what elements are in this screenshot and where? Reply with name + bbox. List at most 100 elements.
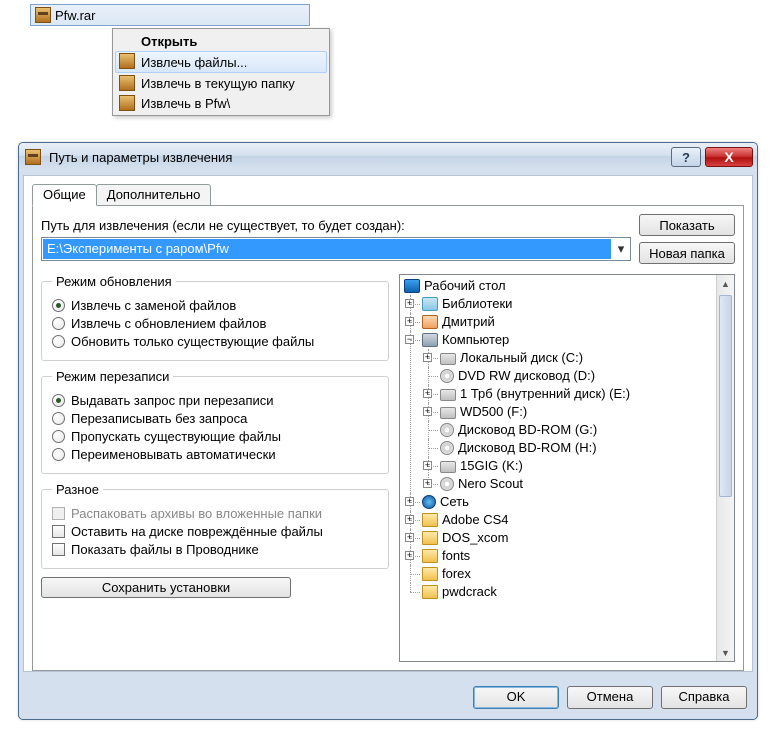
radio-overwrite-rename[interactable]: Переименовывать автоматически [52,447,378,462]
tree-drive-f-label: WD500 (F:) [460,403,527,421]
tree-folder-adobe[interactable]: Adobe CS4 [422,511,714,529]
tree-folder-fonts[interactable]: fonts [422,547,714,565]
check-keep-broken[interactable]: Оставить на диске повреждённые файлы [52,524,378,539]
radio-extract-update[interactable]: Извлечь с обновлением файлов [52,316,378,331]
expander-icon[interactable]: + [405,299,414,308]
scroll-thumb[interactable] [719,295,732,497]
folder-icon [422,567,438,581]
tree-scrollbar[interactable]: ▲ ▼ [716,275,734,661]
tree-user-label: Дмитрий [442,313,495,331]
tree-libraries[interactable]: Библиотеки [422,295,714,313]
expander-icon[interactable]: + [405,551,414,560]
update-mode-group: Режим обновления Извлечь с заменой файло… [41,274,389,361]
overwrite-mode-legend: Режим перезаписи [52,369,173,384]
radio-existing-only-label: Обновить только существующие файлы [71,334,314,349]
context-menu: Открыть Извлечь файлы... Извлечь в текущ… [112,28,330,116]
radio-overwrite-skip[interactable]: Пропускать существующие файлы [52,429,378,444]
ok-button[interactable]: OK [473,686,559,709]
tree-folder-forex[interactable]: forex [422,565,714,583]
tree-drive-d[interactable]: DVD RW дисковод (D:) [440,367,714,385]
tab-general[interactable]: Общие [32,184,97,206]
tree-computer[interactable]: Компьютер [422,331,714,349]
tree-drive-k[interactable]: 15GIG (K:) [440,457,714,475]
tree-drive-h[interactable]: Дисковод BD-ROM (H:) [440,439,714,457]
save-settings-button[interactable]: Сохранить установки [41,577,291,598]
folder-tree[interactable]: Рабочий стол + Библиотеки + Дмитрий − Ко… [400,275,716,661]
dialog-titlebar[interactable]: Путь и параметры извлечения ? X [19,143,757,171]
expander-icon[interactable]: + [423,407,432,416]
tree-nero[interactable]: Nero Scout [440,475,714,493]
expander-icon[interactable]: + [423,353,432,362]
desktop-icon [404,279,420,293]
expander-icon[interactable]: + [405,317,414,326]
disc-icon [440,423,454,437]
menu-open[interactable]: Открыть [115,31,327,51]
radio-icon [52,335,65,348]
expander-icon[interactable]: + [405,515,414,524]
computer-icon [422,333,438,347]
tab-advanced[interactable]: Дополнительно [96,184,212,206]
tree-drive-g-label: Дисковод BD-ROM (G:) [458,421,597,439]
radio-overwrite-ask[interactable]: Выдавать запрос при перезаписи [52,393,378,408]
menu-extract-to[interactable]: Извлечь в Pfw\ [115,93,327,113]
folder-icon [422,585,438,599]
tree-drive-h-label: Дисковод BD-ROM (H:) [458,439,597,457]
path-combobox[interactable]: E:\Эксперименты с раром\Pfw ▾ [41,237,631,261]
radio-extract-update-label: Извлечь с обновлением файлов [71,316,266,331]
tree-folder-fonts-label: fonts [442,547,470,565]
dialog-title: Путь и параметры извлечения [49,150,232,165]
tree-drive-f[interactable]: WD500 (F:) [440,403,714,421]
show-button[interactable]: Показать [639,214,735,236]
folder-tree-panel: Рабочий стол + Библиотеки + Дмитрий − Ко… [399,274,735,662]
tree-drive-e[interactable]: 1 Трб (внутренний диск) (E:) [440,385,714,403]
checkbox-icon [52,507,65,520]
tree-drive-d-label: DVD RW дисковод (D:) [458,367,595,385]
radio-overwrite-rename-label: Переименовывать автоматически [71,447,276,462]
folder-icon [422,549,438,563]
tree-desktop[interactable]: Рабочий стол [404,277,714,295]
radio-overwrite-noask[interactable]: Перезаписывать без запроса [52,411,378,426]
tree-folder-dos-label: DOS_xcom [442,529,508,547]
disc-icon [440,441,454,455]
expander-icon[interactable]: + [423,389,432,398]
update-mode-legend: Режим обновления [52,274,176,289]
radio-existing-only[interactable]: Обновить только существующие файлы [52,334,378,349]
cancel-button[interactable]: Отмена [567,686,653,709]
tree-drive-c[interactable]: Локальный диск (C:) [440,349,714,367]
scroll-down-icon[interactable]: ▼ [717,644,734,661]
new-folder-button[interactable]: Новая папка [639,242,735,264]
tree-folder-pwdcrack[interactable]: pwdcrack [422,583,714,601]
help-button[interactable]: ? [671,147,701,167]
rar-file-item[interactable]: Pfw.rar [30,4,310,26]
tree-drive-k-label: 15GIG (K:) [460,457,523,475]
rar-icon [25,149,41,165]
tabs: Общие Дополнительно [32,184,744,206]
expander-icon[interactable]: + [423,461,432,470]
expander-icon[interactable]: + [423,479,432,488]
scroll-up-icon[interactable]: ▲ [717,275,734,292]
check-show-explorer[interactable]: Показать файлы в Проводнике [52,542,378,557]
user-icon [422,315,438,329]
expander-icon[interactable]: + [405,533,414,542]
radio-extract-replace-label: Извлечь с заменой файлов [71,298,236,313]
chevron-down-icon[interactable]: ▾ [612,239,630,259]
radio-icon [52,394,65,407]
rar-icon [119,75,135,91]
expander-icon[interactable]: − [405,335,414,344]
help-button[interactable]: Справка [661,686,747,709]
menu-open-label: Открыть [141,34,197,49]
tree-drive-c-label: Локальный диск (C:) [460,349,583,367]
menu-extract-files[interactable]: Извлечь файлы... [115,51,327,73]
tree-network[interactable]: Сеть [422,493,714,511]
path-value[interactable]: E:\Эксперименты с раром\Pfw [43,239,611,259]
drive-icon [440,407,456,419]
tree-drive-g[interactable]: Дисковод BD-ROM (G:) [440,421,714,439]
close-button[interactable]: X [705,147,753,167]
tree-user[interactable]: Дмитрий [422,313,714,331]
check-show-explorer-label: Показать файлы в Проводнике [71,542,259,557]
menu-extract-here[interactable]: Извлечь в текущую папку [115,73,327,93]
expander-icon[interactable]: + [405,497,414,506]
libraries-icon [422,297,438,311]
tree-folder-dos[interactable]: DOS_xcom [422,529,714,547]
radio-extract-replace[interactable]: Извлечь с заменой файлов [52,298,378,313]
